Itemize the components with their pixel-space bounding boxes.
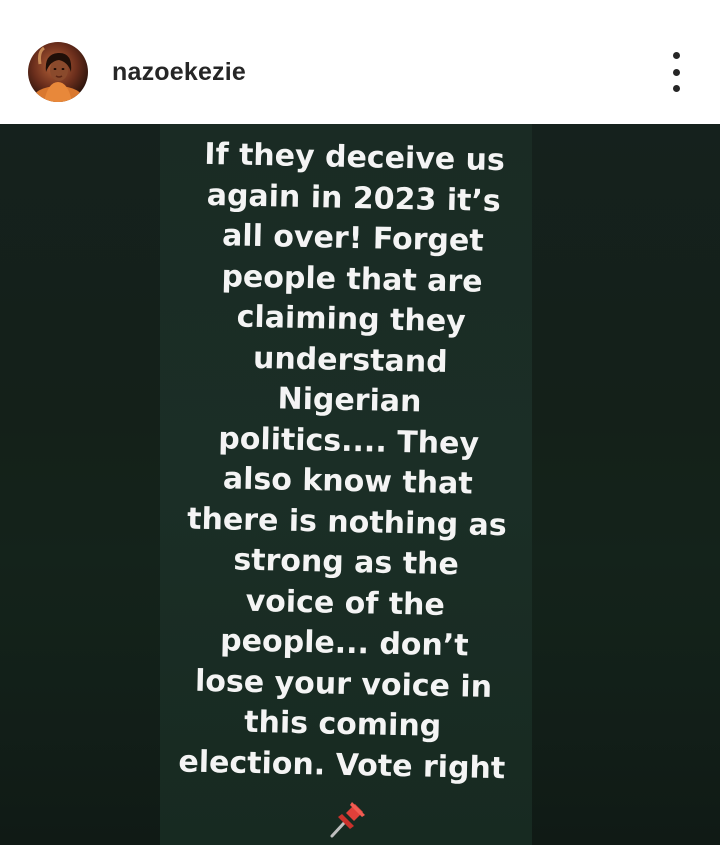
more-dot	[672, 85, 680, 92]
more-dot	[672, 52, 680, 59]
username[interactable]: nazoekezie	[112, 58, 246, 87]
more-vertical-icon[interactable]	[664, 52, 688, 92]
post-image[interactable]: If they deceive us again in 2023 it’s al…	[0, 124, 720, 845]
profile-avatar-icon	[32, 46, 84, 102]
post-header: nazoekezie	[0, 0, 720, 124]
avatar[interactable]	[28, 42, 88, 102]
post-caption-text: If they deceive us again in 2023 it’s al…	[178, 136, 508, 786]
pushpin-icon	[330, 802, 365, 838]
more-dot	[672, 68, 680, 76]
